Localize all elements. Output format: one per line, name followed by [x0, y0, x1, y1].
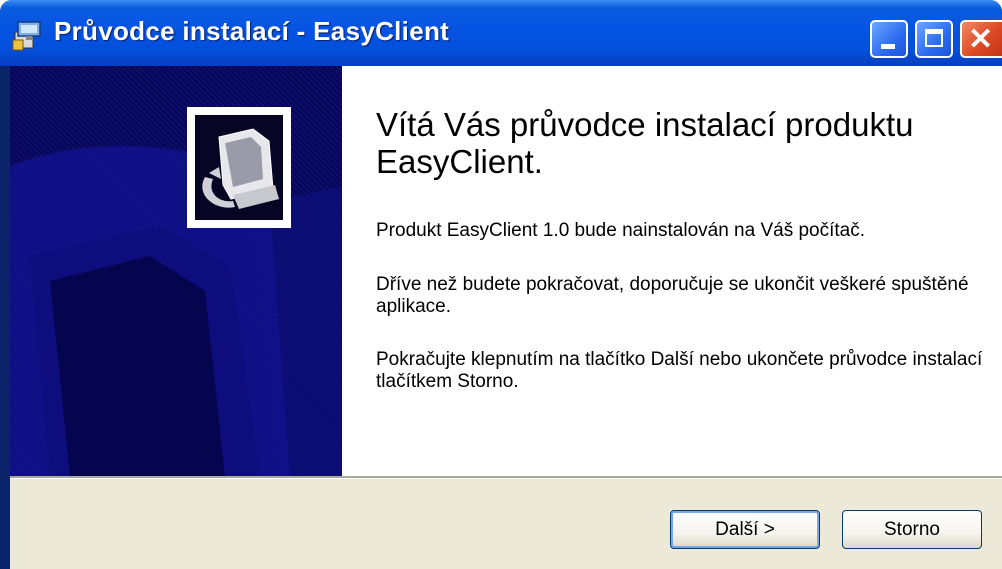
welcome-paragraph: Produkt EasyClient 1.0 bude nainstalován… [376, 220, 866, 241]
sidebar-monitor-art [10, 146, 342, 476]
dialog-body: Vítá Vás průvodce instalací produktu Eas… [10, 66, 1002, 569]
installer-window: Průvodce instalací - EasyClient ✕ Vítá V… [0, 0, 1002, 569]
maximize-icon [925, 29, 943, 47]
computer-install-icon [195, 115, 283, 220]
product-logo [187, 107, 291, 228]
title-bar[interactable]: Průvodce instalací - EasyClient ✕ [0, 0, 1002, 66]
welcome-paragraph: Pokračujte klepnutím na tlačítko Další n… [376, 349, 983, 392]
minimize-icon [881, 44, 895, 49]
maximize-button[interactable] [915, 20, 953, 58]
close-icon: ✕ [968, 23, 994, 56]
cancel-button[interactable]: Storno [842, 510, 982, 549]
welcome-title: Vítá Vás průvodce instalací produktu Eas… [376, 106, 914, 180]
close-button[interactable]: ✕ [960, 20, 1002, 58]
welcome-panel: Vítá Vás průvodce instalací produktu Eas… [342, 66, 1002, 476]
minimize-button[interactable] [870, 20, 908, 58]
welcome-paragraph: Dříve než budete pokračovat, doporučuje … [376, 274, 969, 317]
installer-icon[interactable] [12, 18, 46, 52]
next-button[interactable]: Další > [670, 510, 820, 549]
window-title: Průvodce instalací - EasyClient [54, 16, 450, 46]
button-bar-divider [10, 476, 1002, 479]
wizard-sidebar-image [10, 66, 342, 476]
